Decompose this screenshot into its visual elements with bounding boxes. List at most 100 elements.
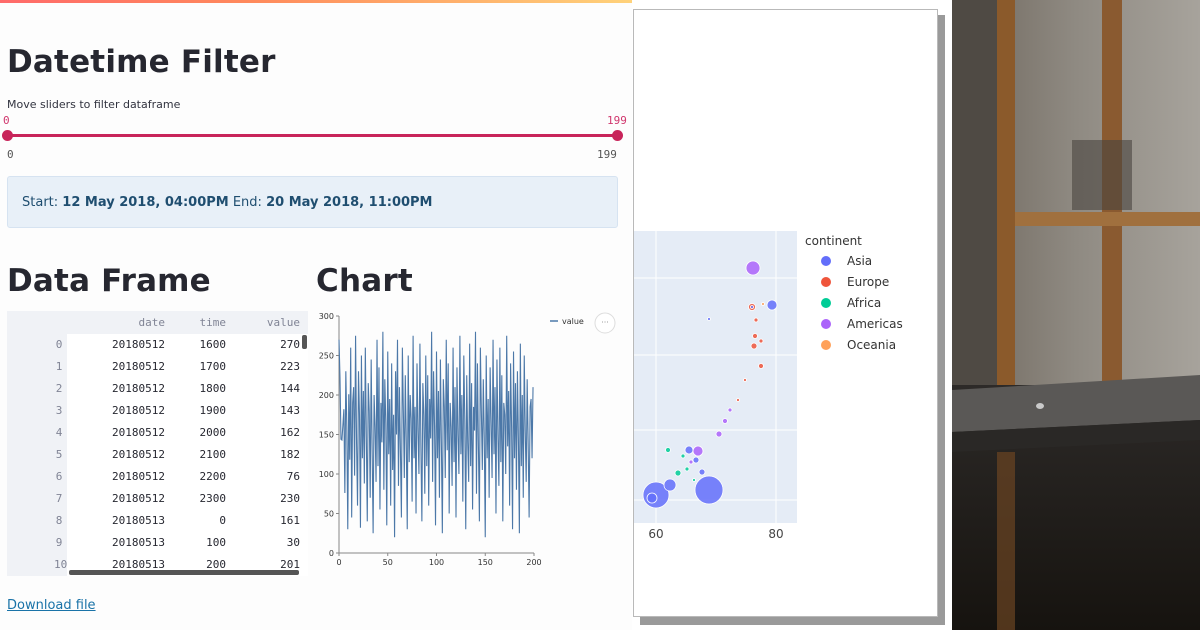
legend-label-oceania[interactable]: Oceania [847,338,896,352]
table-row-index: 4 [55,426,63,439]
range-slider-max-handle[interactable] [612,130,623,141]
table-row-index: 8 [55,514,63,527]
chart-section-title: Chart [316,263,413,299]
line-chart[interactable]: 0 50 100 150 200 250 300 0 50 100 150 200 value ··· [312,306,630,576]
table-cell-date: 20180512 [112,382,165,395]
table-cell-date: 20180512 [112,448,165,461]
table-cell-time: 1600 [199,338,227,351]
series-line-value [338,331,534,538]
table-cell-date: 20180513 [112,536,165,549]
legend-label-europe[interactable]: Europe [847,275,889,289]
bubble-point-africa [674,469,682,477]
bubble-point-europe [758,363,764,369]
bubble-point-europe [736,398,740,402]
table-cell-value: 30 [286,536,300,549]
table-cell-date: 20180512 [112,404,165,417]
table-row-index: 6 [55,470,63,483]
legend-label-africa[interactable]: Africa [847,296,881,310]
app-top-decoration-bar [0,0,632,3]
bubble-point-africa [680,453,686,459]
bubble-point-americas [745,260,761,276]
table-cell-time: 2000 [199,426,227,439]
legend-label-asia[interactable]: Asia [847,254,872,268]
y-tick-label: 200 [319,391,334,400]
page-title: Datetime Filter [7,44,276,80]
slider-label: Move sliders to filter dataframe [7,98,181,111]
bubble-point-americas [727,407,733,413]
table-cell-value: 182 [280,448,300,461]
table-row-index: 9 [55,536,63,549]
y-tick-label: 100 [319,470,334,479]
bubble-point-asia [766,299,778,311]
y-tick-label: 300 [319,312,334,321]
column-header-value[interactable]: value [267,312,300,334]
bubble-point-asia [694,475,724,505]
column-header-time[interactable]: time [200,312,227,334]
table-row-index: 10 [54,558,68,571]
y-tick-label: 50 [324,510,334,519]
table-cell-time: 1700 [199,360,227,373]
date-range-info-box: Start: 12 May 2018, 04:00PM End: 20 May … [7,176,618,228]
x-tick-label: 200 [526,558,541,567]
table-cell-value: 76 [286,470,300,483]
table-cell-date: 20180512 [112,470,165,483]
table-cell-time: 1800 [199,382,227,395]
bubble-point-americas [692,445,704,457]
slider-selected-max-value: 199 [607,114,627,127]
streamlit-app-panel: Datetime Filter Move sliders to filter d… [0,0,632,630]
table-cell-value: 230 [280,492,300,505]
x-tick-label: 150 [478,558,493,567]
table-row-index: 2 [55,382,63,395]
end-datetime-value: 20 May 2018, 11:00PM [266,195,433,210]
table-row-index: 3 [55,404,63,417]
table-cell-value: 143 [280,404,300,417]
bubble-point-asia [692,456,700,464]
bubble-point-asia [663,478,677,492]
legend-label-americas[interactable]: Americas [847,317,903,331]
legend-title: continent [805,234,862,248]
table-cell-value: 161 [280,514,300,527]
legend-swatch-africa [821,298,831,308]
legend-label-value: value [562,317,584,326]
legend-swatch-oceania [821,340,831,350]
bubble-point-europe [750,342,758,350]
x-tick-label: 0 [336,558,341,567]
bubble-point-africa [692,478,696,482]
start-datetime-value: 12 May 2018, 04:00PM [62,195,229,210]
table-row-index: 5 [55,448,63,461]
table-cell-value: 270 [280,338,300,351]
dataframe-table[interactable]: date time value 0 20180512 1600 270 1 20180512 17… [7,311,308,576]
bubble-point-africa [665,447,671,453]
range-slider-track[interactable] [7,134,618,137]
slider-selected-min-value: 0 [3,114,10,127]
table-cell-date: 20180512 [112,492,165,505]
y-tick-label: 0 [329,549,334,558]
bubble-point-europe [743,378,747,382]
table-cell-time: 0 [219,514,226,527]
table-cell-time: 2100 [199,448,227,461]
download-file-link[interactable]: Download file [7,598,96,613]
table-cell-time: 100 [206,536,226,549]
start-label: Start: [22,195,59,210]
bubble-point-europe [752,333,758,339]
slider-range-max-label: 199 [597,148,617,161]
legend-swatch-asia [821,256,831,266]
table-cell-value: 162 [280,426,300,439]
bubble-point-europe [753,317,759,323]
dataframe-horizontal-scrollbar[interactable] [69,570,299,575]
range-slider-min-handle[interactable] [2,130,13,141]
dataframe-vertical-scrollbar[interactable] [302,335,307,349]
column-header-date[interactable]: date [139,312,166,334]
bubble-point-africa [684,466,690,472]
bubble-point-asia [698,468,706,476]
table-cell-time: 2200 [199,470,227,483]
bubble-point-americas [688,459,694,465]
table-cell-value: 223 [280,360,300,373]
bubble-scatter-chart[interactable]: 60 80 continent Asia Europe Africa Americas Oce… [634,10,938,617]
bubble-point-americas [715,430,723,438]
bubble-point-asia [646,492,658,504]
bubble-point-oceania [761,302,765,306]
bubble-point-asia [707,317,711,321]
legend-swatch-americas [821,319,831,329]
x-tick-label: 100 [429,558,444,567]
